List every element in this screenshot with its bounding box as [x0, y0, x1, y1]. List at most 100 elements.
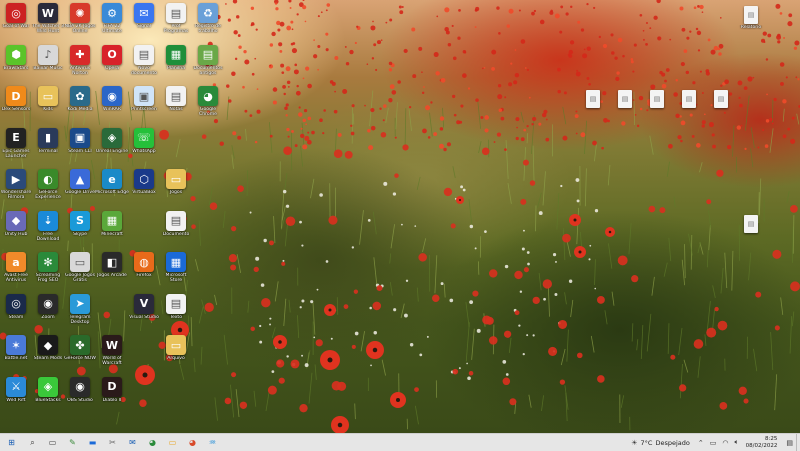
- desktop-file-icon[interactable]: ▤: [735, 215, 767, 255]
- desktop-icon-label: Relatório: [734, 25, 768, 30]
- desktop-icon-label: Kodi Media: [63, 107, 97, 112]
- desktop-icon[interactable]: ▦Planilha: [160, 45, 192, 85]
- desktop-icon[interactable]: ▣Steam CLI: [64, 128, 96, 168]
- desktop-file-icon[interactable]: ▤: [705, 90, 737, 130]
- desktop-icon[interactable]: ✻Screaming Frog SEO: [32, 252, 64, 292]
- desktop-icon[interactable]: DDex Sensors: [0, 86, 32, 126]
- desktop-icon[interactable]: ➤Telegram Desktop: [64, 294, 96, 334]
- network-app-icon[interactable]: ♒: [205, 435, 220, 450]
- desktop-icon[interactable]: eMicrosoft Edge: [96, 169, 128, 209]
- desktop-icon[interactable]: ▶Wondershare Filmora: [0, 169, 32, 209]
- weather-condition[interactable]: Despejado: [655, 439, 689, 447]
- desktop-icon[interactable]: ✶Battle.net: [0, 335, 32, 375]
- desktop-icon[interactable]: ▮Terminal: [32, 128, 64, 168]
- desktop-icon[interactable]: ✤GeForce NOW: [64, 335, 96, 375]
- desktop-icon[interactable]: VVisual Studio: [128, 294, 160, 334]
- desktop-icon[interactable]: ▤Notas: [160, 86, 192, 126]
- chevron-up-icon[interactable]: ⌃: [698, 439, 704, 447]
- desktop-icon[interactable]: ◉WinRAR: [96, 86, 128, 126]
- volume-icon[interactable]: 🔈︎: [734, 438, 738, 447]
- weather-icon[interactable]: ☀: [631, 439, 637, 447]
- app-icon: ◎: [6, 3, 26, 23]
- desktop-file-icon[interactable]: ▤: [577, 90, 609, 130]
- show-desktop-button[interactable]: [796, 434, 800, 451]
- task-view-icon[interactable]: ▭: [45, 435, 60, 450]
- app-icon: O: [102, 45, 122, 65]
- desktop-icon[interactable]: ⚙FIFA 22 Ultimate: [96, 3, 128, 43]
- desktop-icon[interactable]: ◉Zoom: [32, 294, 64, 334]
- desktop-icon[interactable]: ▦Microsoft Store: [160, 252, 192, 292]
- desktop-icon[interactable]: EEpic Games Launcher: [0, 128, 32, 168]
- desktop-icon[interactable]: ▦Minecraft: [96, 211, 128, 251]
- desktop-icon[interactable]: ◆Unity Hub: [0, 211, 32, 251]
- app-icon: D: [6, 86, 26, 106]
- desktop-icon[interactable]: ▭Kids: [32, 86, 64, 126]
- clock[interactable]: 8:25 08/02/2022: [746, 436, 778, 450]
- desktop-icon[interactable]: OOpera: [96, 45, 128, 85]
- battery-icon[interactable]: ▭: [710, 439, 717, 447]
- mail-icon[interactable]: ✉: [125, 435, 140, 450]
- desktop-icon[interactable]: ♻Registro de trabalho: [192, 3, 224, 43]
- desktop-icon[interactable]: ◈Unreal Engine: [96, 128, 128, 168]
- desktop-icon[interactable]: ☏WhatsApp: [128, 128, 160, 168]
- desktop-icon[interactable]: ◕Google Chrome: [192, 86, 224, 126]
- desktop-icon[interactable]: ◉OBS Studio: [64, 377, 96, 417]
- desktop-icon[interactable]: ◎Goal of War: [0, 3, 32, 43]
- desktop-icon[interactable]: ✿Kodi Media: [64, 86, 96, 126]
- desktop-icon[interactable]: ⬢BrawlStars: [0, 45, 32, 85]
- desktop-file-icon[interactable]: ▤: [609, 90, 641, 130]
- document-icon: ▤: [650, 90, 664, 108]
- folder-icon[interactable]: ▭: [165, 435, 180, 450]
- file-explorer-icon[interactable]: ▬: [85, 435, 100, 450]
- app-icon: ☏: [134, 128, 154, 148]
- desktop-file-icon[interactable]: ▤: [641, 90, 673, 130]
- desktop-icon[interactable]: ◐GeForce Experience: [32, 169, 64, 209]
- desktop-icon[interactable]: ⇣Free Download: [32, 211, 64, 251]
- desktop-icon[interactable]: SSkype: [64, 211, 96, 251]
- desktop-icon[interactable]: ▤Texto: [160, 294, 192, 334]
- desktop-icon[interactable]: ▭Jogos: [160, 169, 192, 209]
- desktop-icon[interactable]: ▲Google Drive: [64, 169, 96, 209]
- chrome-profile-icon[interactable]: ◕: [185, 435, 200, 450]
- desktop-icon[interactable]: aAvast Free Antivirus: [0, 252, 32, 292]
- desktop-icon[interactable]: ⚔Wild Rift: [0, 377, 32, 417]
- desktop-icon[interactable]: ▤Documentos antigos: [192, 45, 224, 85]
- desktop-icon[interactable]: ◎Steam: [0, 294, 32, 334]
- desktop-icon[interactable]: ◆Steam Mods: [32, 335, 64, 375]
- desktop-icon[interactable]: ▭Arquivo: [160, 335, 192, 375]
- start-button[interactable]: ⊞: [4, 435, 19, 450]
- desktop-icon-label: GeForce Experience: [31, 190, 65, 200]
- app-icon: ✶: [6, 335, 26, 355]
- app-icon: ▭: [70, 252, 90, 272]
- desktop-icon[interactable]: ✚Antivirus Norton: [64, 45, 96, 85]
- desktop-icon[interactable]: ▤Documento: [160, 211, 192, 251]
- desktop-icon-label: Documento: [159, 232, 193, 237]
- desktop-icon-label: Screaming Frog SEO: [31, 273, 65, 283]
- notepad-icon[interactable]: ✎: [65, 435, 80, 450]
- desktop-icon[interactable]: ◈BlueStacks: [32, 377, 64, 417]
- desktop-icon[interactable]: ♪Baixar Music: [32, 45, 64, 85]
- search-icon[interactable]: ⌕: [25, 435, 40, 450]
- tools-icon[interactable]: ✂: [105, 435, 120, 450]
- desktop-icon[interactable]: WWorld of Warcraft: [96, 335, 128, 375]
- desktop-icon[interactable]: ✉Signal: [128, 3, 160, 43]
- app-icon: ◆: [6, 211, 26, 231]
- notification-icon[interactable]: ▤: [786, 439, 793, 447]
- weather-temperature[interactable]: 7°C: [641, 439, 653, 447]
- desktop-icon[interactable]: DDiablo II: [96, 377, 128, 417]
- desktop-file-icon[interactable]: ▤Relatório: [735, 6, 767, 46]
- desktop-icon[interactable]: ✺NBA 2K Jogos Online: [64, 3, 96, 43]
- desktop-icon[interactable]: WThe Witcher 3 Wild Hunt: [32, 3, 64, 43]
- desktop-icon[interactable]: ▭Google Jogos Grátis: [64, 252, 96, 292]
- app-icon: ▭: [38, 86, 58, 106]
- desktop-file-icon[interactable]: ▤: [673, 90, 705, 130]
- desktop-icon[interactable]: ◧Jogos Arcade: [96, 252, 128, 292]
- desktop-icon[interactable]: ⬡VirtualBox: [128, 169, 160, 209]
- network-icon[interactable]: ◠: [722, 439, 728, 447]
- desktop-icon[interactable]: ▣Printscreen: [128, 86, 160, 126]
- desktop-icon-label: Planilha: [159, 66, 193, 71]
- desktop-icon[interactable]: ▤Prof Programas: [160, 3, 192, 43]
- desktop-icon[interactable]: ◍Firefox: [128, 252, 160, 292]
- chrome-icon[interactable]: ◕: [145, 435, 160, 450]
- desktop-icon[interactable]: ▤Novo documento: [128, 45, 160, 85]
